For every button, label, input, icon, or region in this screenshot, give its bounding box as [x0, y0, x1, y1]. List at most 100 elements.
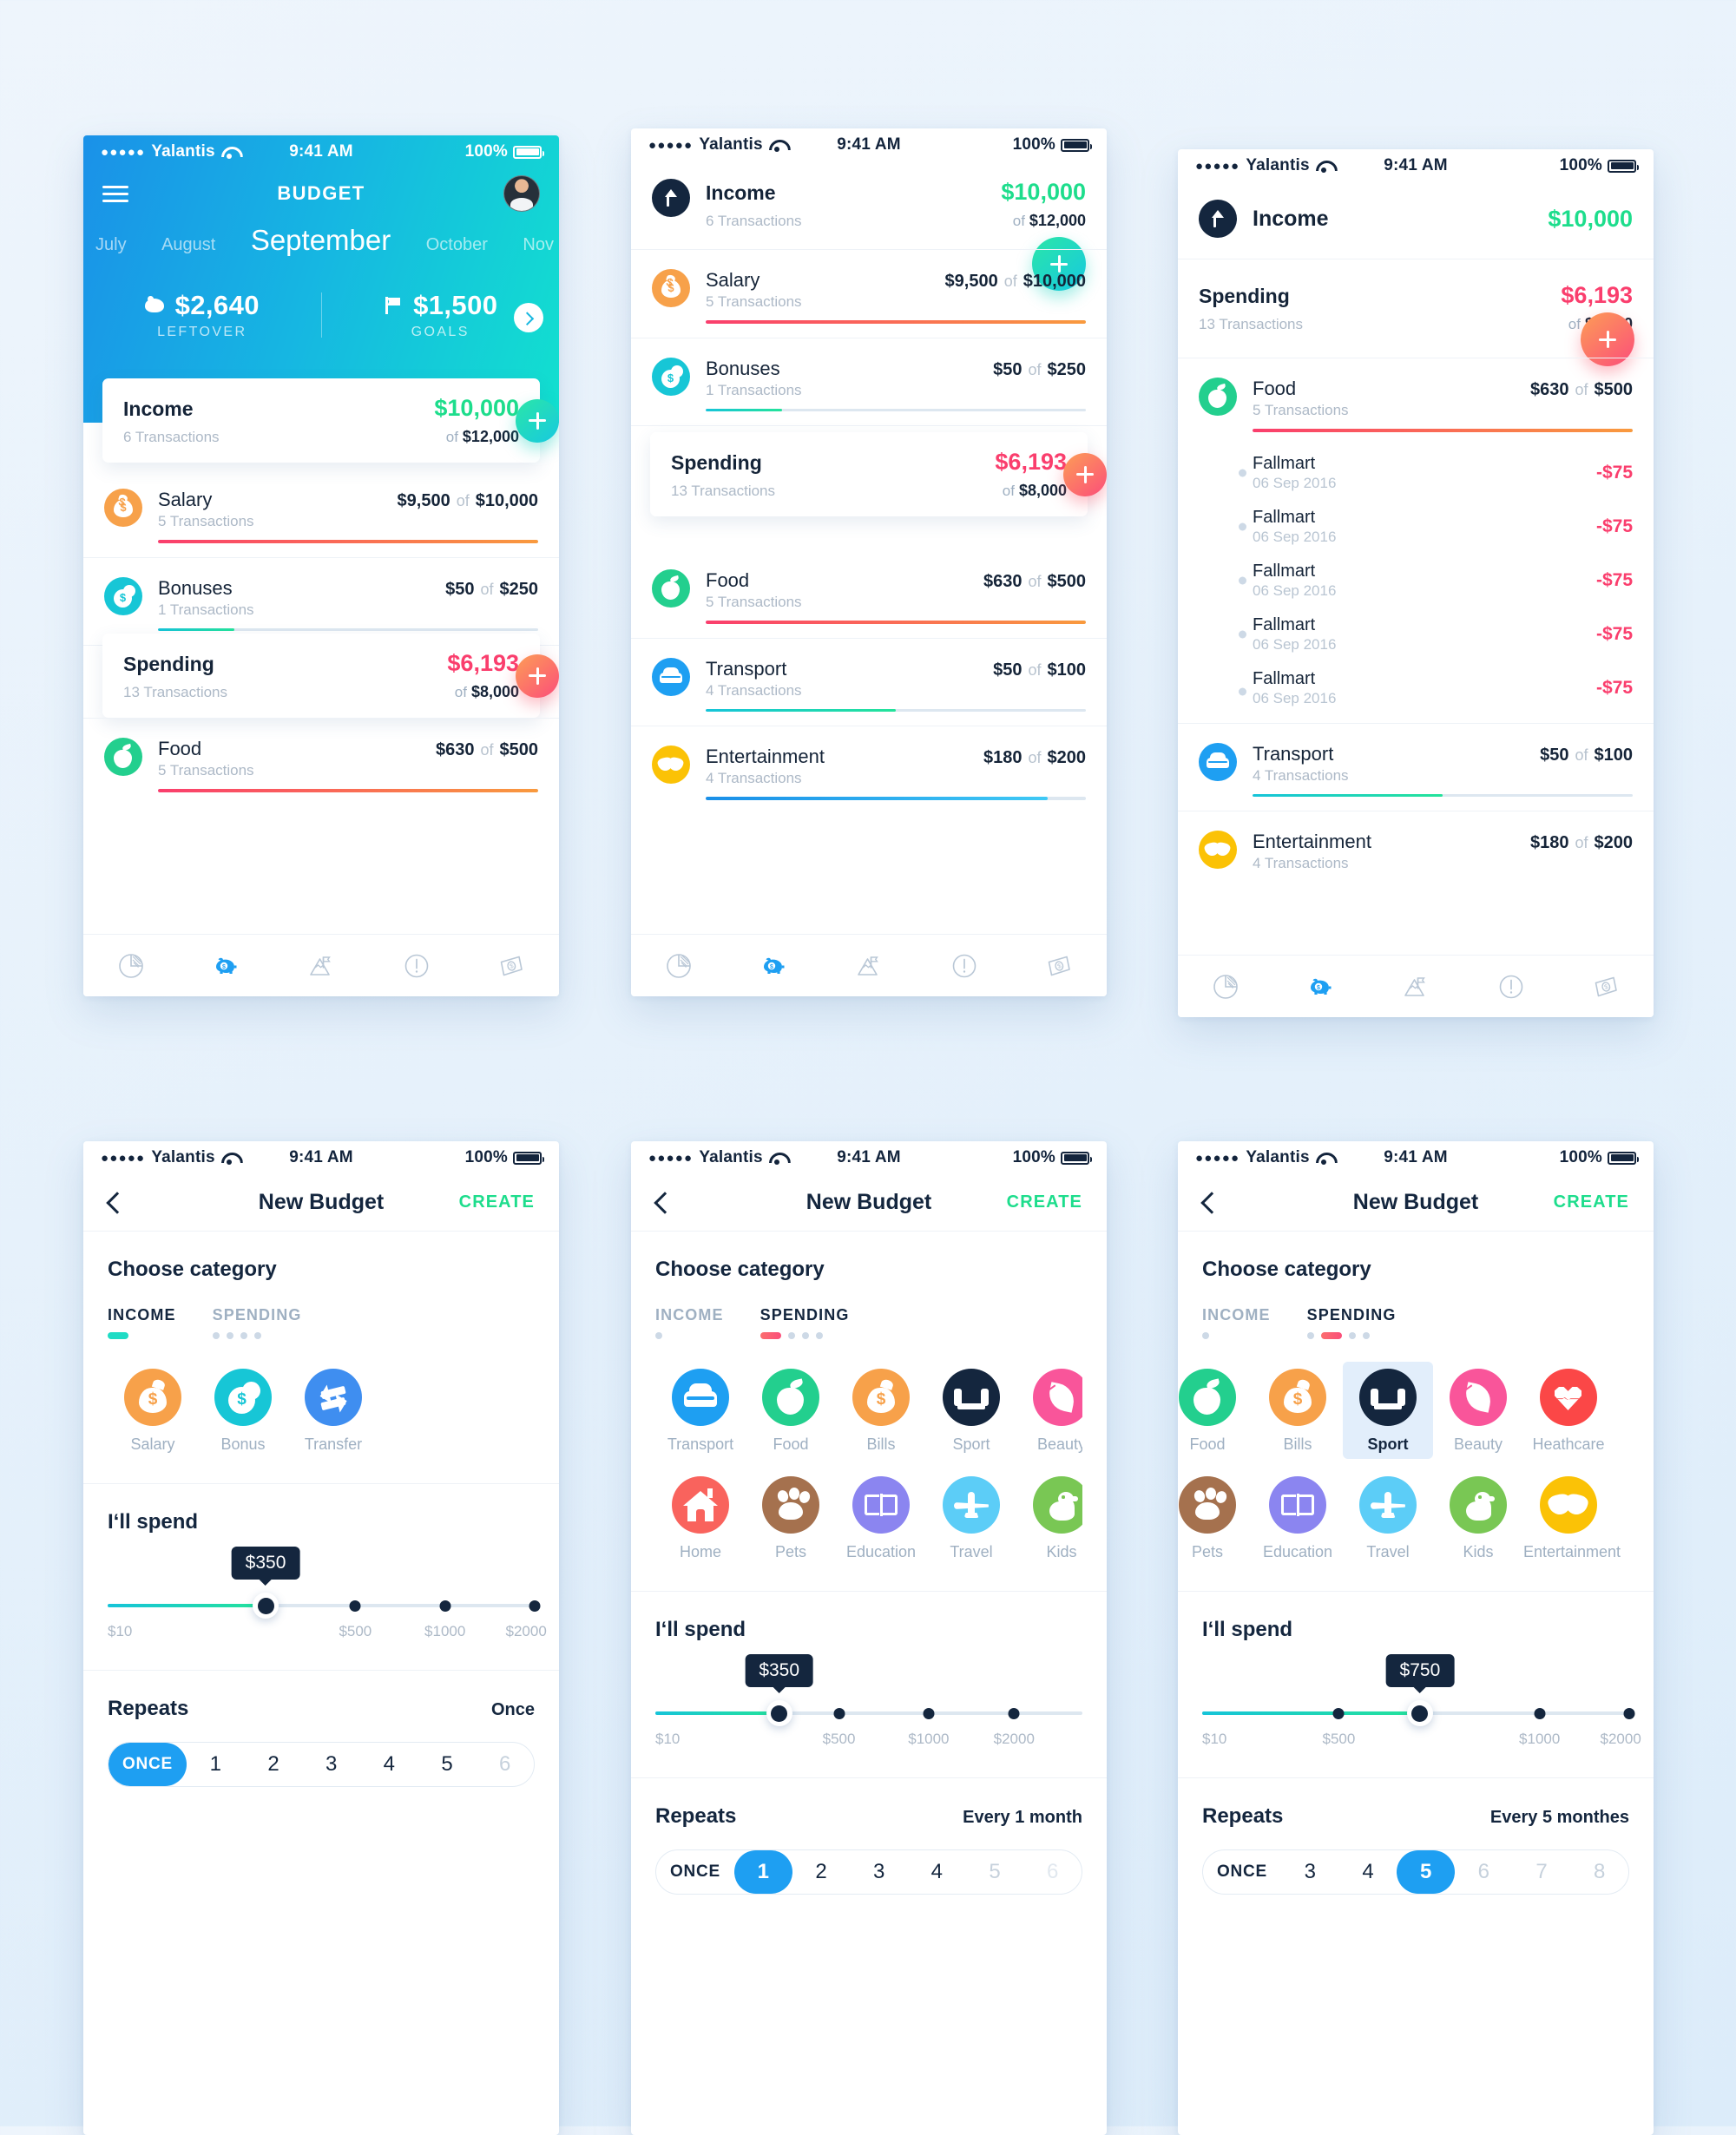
- category-option-bonus[interactable]: Bonus: [198, 1362, 288, 1459]
- spend-slider[interactable]: $750 $10 $500 $1000 $2000: [1202, 1654, 1641, 1748]
- repeat-option-3[interactable]: 3: [1281, 1850, 1339, 1894]
- category-row-salary[interactable]: Salary $9,500 of $10,000 5 Transactions: [631, 249, 1107, 338]
- list-item[interactable]: Fallmart 06 Sep 2016 -$75: [1178, 608, 1654, 661]
- category-option-travel[interactable]: Travel: [1343, 1469, 1433, 1567]
- tab-alerts[interactable]: [397, 948, 437, 984]
- category-option-pets[interactable]: Pets: [1178, 1469, 1253, 1567]
- repeat-option-4[interactable]: 4: [1339, 1850, 1397, 1894]
- add-income-button[interactable]: [516, 398, 559, 443]
- slider-knob[interactable]: [253, 1593, 279, 1619]
- tab-spending[interactable]: SPENDING: [760, 1306, 850, 1339]
- slider-tick[interactable]: [1332, 1707, 1345, 1719]
- repeat-option-2[interactable]: 2: [245, 1743, 303, 1786]
- category-option-sport[interactable]: Sport: [1343, 1362, 1433, 1459]
- category-option-education[interactable]: Education: [836, 1469, 926, 1567]
- category-option-bills[interactable]: Bills: [1253, 1362, 1343, 1459]
- month-tab-september[interactable]: September: [251, 224, 391, 257]
- category-option-transfer[interactable]: Transfer: [288, 1362, 378, 1459]
- month-tab-august[interactable]: August: [161, 235, 215, 255]
- tab-income[interactable]: INCOME: [108, 1306, 176, 1339]
- tab-pie-chart[interactable]: [111, 948, 151, 984]
- category-option-heathcare[interactable]: Heathcare: [1523, 1362, 1614, 1459]
- income-header-card[interactable]: Income $10,000: [1178, 182, 1654, 259]
- tab-pie-chart[interactable]: [1206, 969, 1246, 1005]
- category-row-salary[interactable]: Salary $9,500 of $10,000 5 Transactions: [83, 470, 559, 557]
- slider-knob[interactable]: [1406, 1700, 1433, 1726]
- list-item[interactable]: Fallmart 06 Sep 2016 -$75: [1178, 661, 1654, 723]
- repeat-option-8[interactable]: 8: [1570, 1850, 1628, 1894]
- list-item[interactable]: Fallmart 06 Sep 2016 -$75: [1178, 446, 1654, 500]
- category-option-food[interactable]: Food: [746, 1362, 836, 1459]
- slider-tick[interactable]: [923, 1707, 935, 1719]
- repeat-option-once[interactable]: ONCE: [108, 1743, 187, 1786]
- category-option-salary[interactable]: Salary: [108, 1362, 198, 1459]
- tab-cash[interactable]: $: [1039, 948, 1079, 984]
- list-item[interactable]: Fallmart 06 Sep 2016 -$75: [1178, 500, 1654, 554]
- repeat-option-1[interactable]: 1: [734, 1850, 792, 1894]
- category-option-pets[interactable]: Pets: [746, 1469, 836, 1567]
- category-option-kids[interactable]: Kids: [1433, 1469, 1523, 1567]
- income-summary-card[interactable]: Income $10,000 6 Transactions of $12,000: [102, 378, 559, 463]
- category-option-transport[interactable]: Transport: [655, 1362, 746, 1459]
- month-tab-november[interactable]: Nov: [523, 235, 554, 255]
- add-spending-button[interactable]: [1063, 452, 1107, 496]
- tab-piggy-bank[interactable]: $: [753, 948, 793, 984]
- avatar[interactable]: [503, 175, 540, 212]
- repeat-option-1[interactable]: 1: [187, 1743, 245, 1786]
- slider-tick[interactable]: [833, 1707, 845, 1719]
- add-spending-button[interactable]: [516, 654, 559, 698]
- tab-piggy-bank[interactable]: $: [206, 948, 246, 984]
- category-option-beauty[interactable]: Beauty: [1016, 1362, 1082, 1459]
- slider-tick[interactable]: [1534, 1707, 1546, 1719]
- tab-goals[interactable]: [301, 948, 341, 984]
- category-carousel[interactable]: Food Bills Sport Beauty Heathcare: [1178, 1339, 1629, 1567]
- category-row-transport[interactable]: Transport $50 of $100 4 Transactions: [631, 637, 1107, 726]
- category-row-bonuses[interactable]: Bonuses $50 of $250 1 Transactions: [631, 337, 1107, 426]
- repeat-option-5[interactable]: 5: [966, 1850, 1024, 1894]
- slider-tick[interactable]: [349, 1600, 361, 1612]
- category-option-sport[interactable]: Sport: [926, 1362, 1016, 1459]
- tab-goals[interactable]: [1396, 969, 1436, 1005]
- slider-tick[interactable]: [439, 1600, 451, 1612]
- category-option-travel[interactable]: Travel: [926, 1469, 1016, 1567]
- tab-spending[interactable]: SPENDING: [1306, 1306, 1397, 1339]
- slider-tick[interactable]: [1623, 1707, 1635, 1719]
- repeat-option-4[interactable]: 4: [908, 1850, 966, 1894]
- tab-alerts[interactable]: [1491, 969, 1531, 1005]
- tab-income[interactable]: INCOME: [1202, 1306, 1271, 1339]
- repeat-option-6[interactable]: 6: [1023, 1850, 1082, 1894]
- slider-tick[interactable]: [529, 1600, 541, 1612]
- month-selector[interactable]: July August September October Nov: [83, 219, 559, 257]
- spending-summary-card[interactable]: Spending $6,193 13 Transactions of $8,000: [102, 634, 559, 718]
- chevron-right-icon[interactable]: [514, 303, 543, 332]
- tab-spending[interactable]: SPENDING: [212, 1306, 302, 1339]
- repeat-option-2[interactable]: 2: [792, 1850, 851, 1894]
- slider-tick[interactable]: [1008, 1707, 1020, 1719]
- slider-knob[interactable]: [766, 1700, 792, 1726]
- list-item[interactable]: Fallmart 06 Sep 2016 -$75: [1178, 554, 1654, 608]
- spending-header-card[interactable]: Spending $6,193 13 Transactions of$8,000: [1178, 259, 1654, 366]
- category-option-home[interactable]: Home: [655, 1469, 746, 1567]
- category-row-transport[interactable]: Transport $50 of $100 4 Transactions: [1178, 722, 1654, 811]
- category-row-entertainment[interactable]: Entertainment $180 of $200 4 Transactions: [1178, 811, 1654, 886]
- repeat-option-3[interactable]: 3: [302, 1743, 360, 1786]
- repeat-option-6[interactable]: 6: [1455, 1850, 1513, 1894]
- month-tab-october[interactable]: October: [426, 235, 488, 255]
- repeat-option-once[interactable]: ONCE: [1203, 1850, 1281, 1894]
- repeat-option-3[interactable]: 3: [850, 1850, 908, 1894]
- category-row-bonuses[interactable]: Bonuses $50 of $250 1 Transactions: [83, 556, 559, 646]
- month-tab-july[interactable]: July: [95, 235, 127, 255]
- category-option-beauty[interactable]: Beauty: [1433, 1362, 1523, 1459]
- category-row-food[interactable]: Food $630 of $500 5 Transactions: [1178, 358, 1654, 446]
- spend-slider[interactable]: $350 $10 $500 $1000 $2000: [655, 1654, 1082, 1748]
- income-header-card[interactable]: Income $10,000 6 Transactions of $12,000: [631, 161, 1107, 291]
- repeat-option-5[interactable]: 5: [418, 1743, 477, 1786]
- category-option-kids[interactable]: Kids: [1016, 1469, 1082, 1567]
- slider-track[interactable]: [108, 1604, 535, 1607]
- category-row-food[interactable]: Food $630 of $500 5 Transactions: [83, 718, 559, 806]
- repeat-option-once[interactable]: ONCE: [656, 1850, 734, 1894]
- repeat-option-5[interactable]: 5: [1397, 1850, 1456, 1894]
- tab-pie-chart[interactable]: [659, 948, 699, 984]
- category-carousel[interactable]: Transport Food Bills Sport Beauty: [655, 1339, 1082, 1567]
- tab-piggy-bank[interactable]: $: [1300, 969, 1340, 1005]
